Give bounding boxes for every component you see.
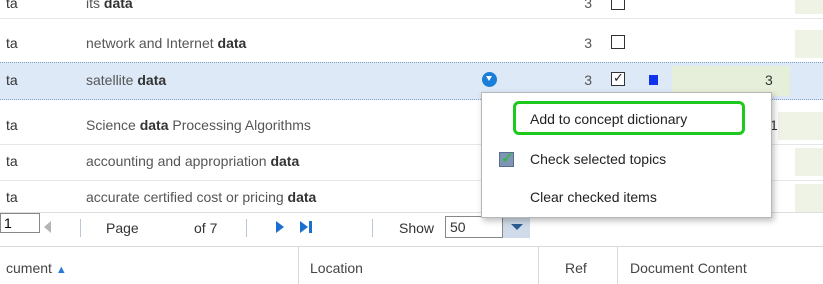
row-checkbox-checked[interactable] [611, 70, 625, 86]
page-size-value: 50 [450, 219, 466, 235]
menu-item-add-to-concept-dictionary[interactable]: Add to concept dictionary [530, 111, 687, 127]
menu-item-check-selected-topics[interactable]: Check selected topics [530, 151, 666, 167]
page-label: Page [106, 220, 139, 236]
column-header-location[interactable]: Location [310, 260, 363, 276]
row-col1: ta [6, 0, 18, 11]
checkmark-icon [499, 149, 514, 167]
row-term: network and Internet data [86, 35, 247, 51]
context-menu: Add to concept dictionary Check selected… [481, 92, 772, 218]
pager-divider [246, 219, 247, 237]
row-term: its data [86, 0, 133, 11]
sort-asc-icon: ▲ [55, 264, 67, 276]
row-checkbox[interactable] [611, 35, 625, 49]
row-bar [795, 30, 823, 58]
pager-divider [80, 219, 81, 237]
column-divider[interactable] [617, 247, 618, 284]
row-term: satellite data [86, 72, 167, 88]
row-bar [778, 112, 823, 140]
column-header-content[interactable]: Document Content [630, 260, 747, 276]
page-number-input[interactable] [0, 213, 40, 233]
page-size-select[interactable]: 50 [445, 216, 530, 238]
documents-table-header: cument ▲ Location Ref Document Content [0, 246, 823, 284]
next-page-icon[interactable] [276, 221, 284, 233]
row-col1: ta [6, 153, 18, 169]
page-count-label: of 7 [194, 220, 218, 236]
row-ref: 3 [584, 35, 592, 51]
pager-divider [372, 219, 373, 237]
column-header-ref[interactable]: Ref [565, 260, 587, 276]
row-term: accounting and appropriation data [86, 153, 300, 169]
row-menu-chevron-icon[interactable] [482, 72, 497, 87]
row-col1: ta [6, 189, 18, 205]
row-ref: 3 [584, 0, 592, 11]
row-ref: 3 [584, 72, 592, 88]
row-col1: ta [6, 35, 18, 51]
column-header-document[interactable]: cument ▲ [6, 260, 67, 276]
row-bar [795, 0, 823, 14]
row-col1: ta [6, 117, 18, 133]
last-page-icon[interactable] [300, 221, 312, 233]
first-page-icon[interactable] [44, 221, 51, 233]
menu-item-clear-checked-items[interactable]: Clear checked items [530, 189, 657, 205]
row-term: accurate certified cost or pricing data [86, 189, 317, 205]
chevron-down-icon[interactable] [502, 216, 530, 238]
table-row[interactable]: ta network and Internet data 3 [0, 26, 823, 63]
row-marker [649, 75, 658, 85]
page-size-label: Show [399, 220, 435, 236]
row-bar [795, 148, 823, 176]
column-divider[interactable] [298, 247, 299, 284]
row-bar-value: 3 [765, 72, 773, 88]
row-term: Science data Processing Algorithms [86, 117, 311, 133]
row-checkbox[interactable] [611, 0, 625, 10]
row-bar [795, 184, 823, 212]
row-col1: ta [6, 72, 18, 88]
column-divider[interactable] [538, 247, 539, 284]
table-row[interactable]: ta its data 3 [0, 0, 823, 19]
